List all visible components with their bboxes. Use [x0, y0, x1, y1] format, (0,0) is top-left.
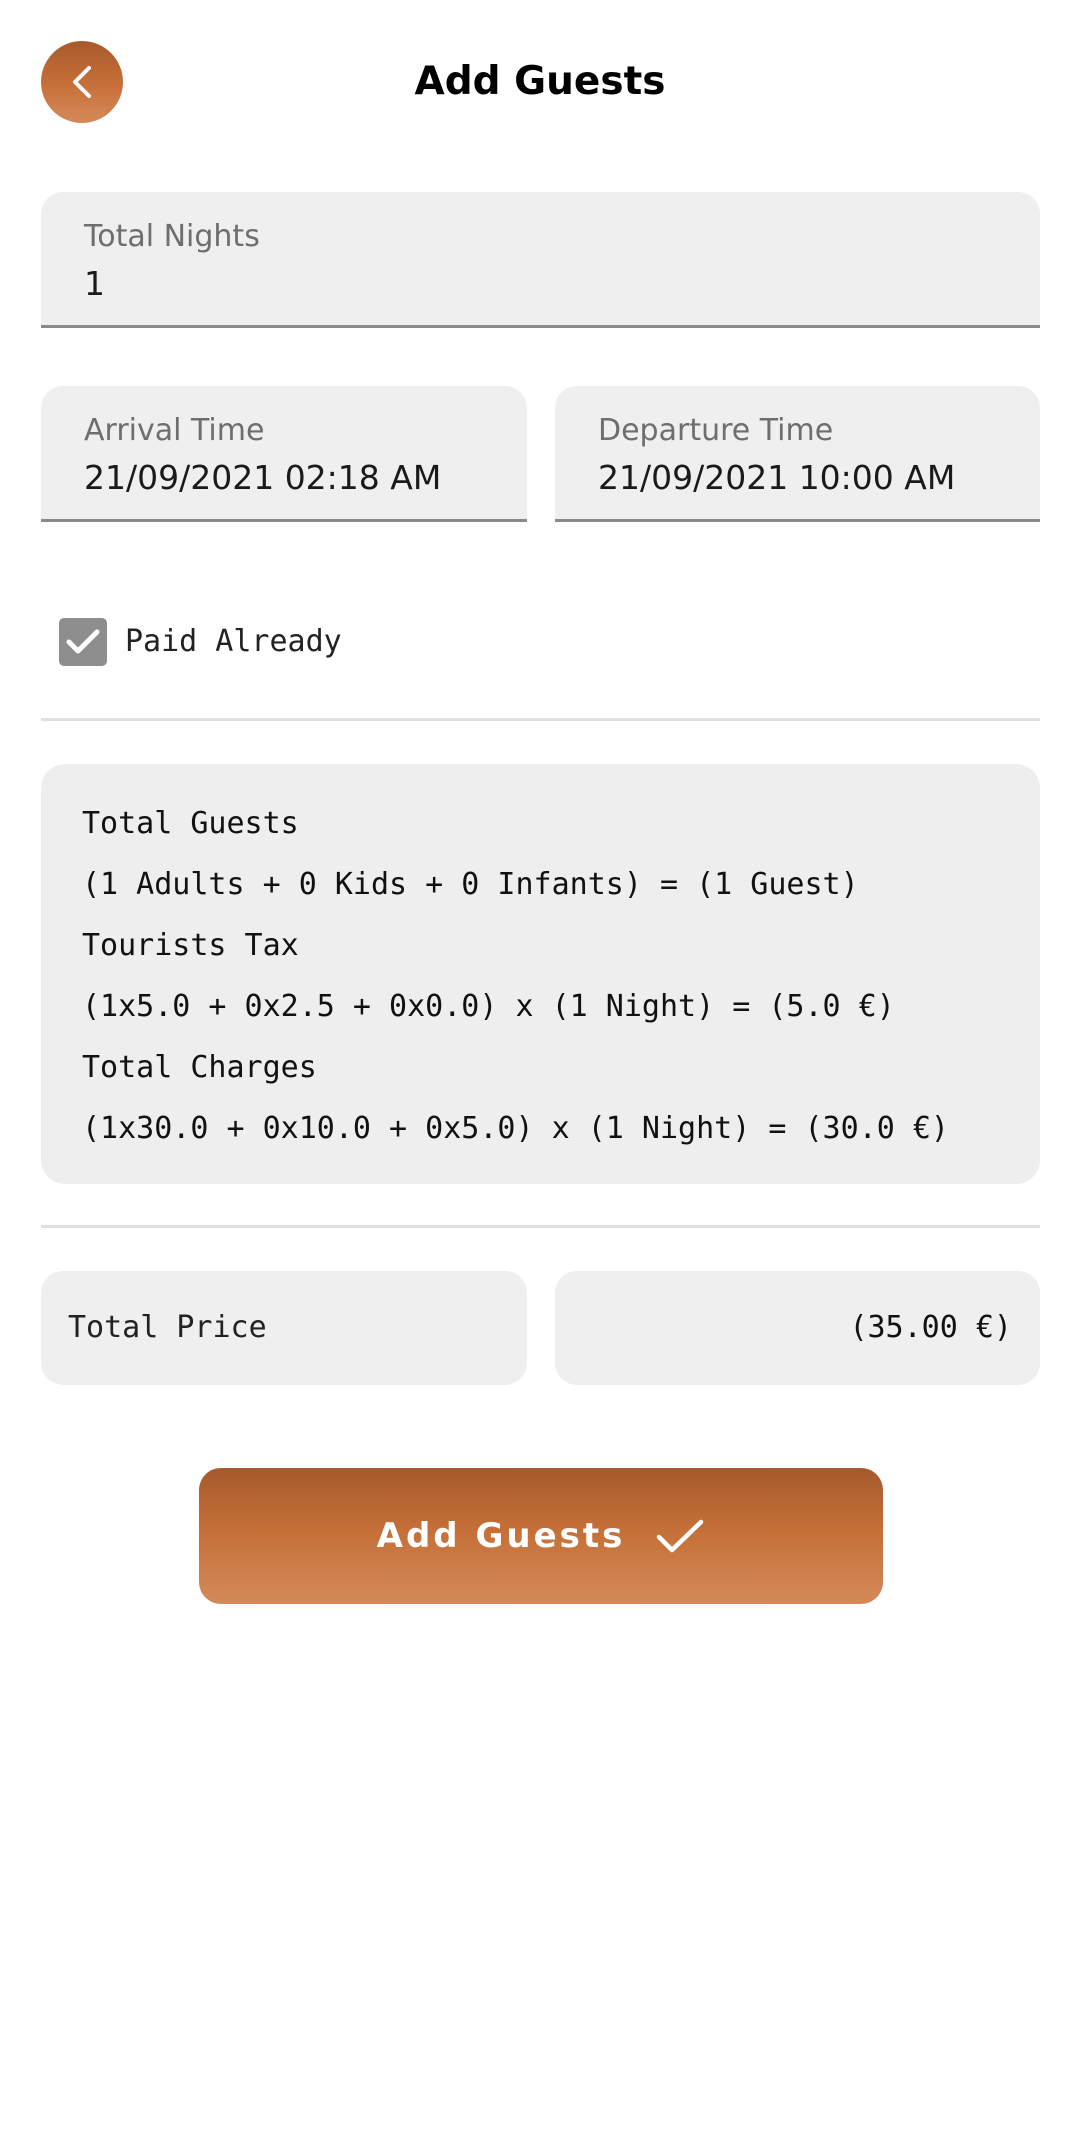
tourists-tax-title: Tourists Tax — [82, 928, 299, 963]
add-guests-screen: Add Guests Total Nights 1 Arrival Time 2… — [0, 0, 1080, 2131]
add-guests-button[interactable]: Add Guests — [199, 1468, 883, 1604]
tourists-tax-detail: (1x5.0 + 0x2.5 + 0x0.0) x (1 Night) = (5… — [82, 989, 895, 1024]
page-title: Add Guests — [414, 59, 666, 104]
divider — [41, 1225, 1040, 1228]
total-guests-detail: (1 Adults + 0 Kids + 0 Infants) = (1 Gue… — [82, 867, 859, 902]
total-nights-label: Total Nights — [84, 219, 260, 254]
arrival-time-field[interactable]: Arrival Time 21/09/2021 02:18 AM — [41, 386, 527, 522]
paid-already-label[interactable]: Paid Already — [125, 622, 342, 662]
add-guests-button-label: Add Guests — [376, 1516, 626, 1556]
total-nights-field[interactable]: Total Nights 1 — [41, 192, 1040, 328]
divider — [41, 718, 1040, 721]
total-guests-title: Total Guests — [82, 806, 299, 841]
arrival-time-label: Arrival Time — [84, 413, 265, 448]
departure-time-label: Departure Time — [598, 413, 834, 448]
total-price-value: (35.00 €) — [849, 1310, 1012, 1345]
total-charges-detail: (1x30.0 + 0x10.0 + 0x5.0) x (1 Night) = … — [82, 1111, 949, 1146]
total-price-value-box: (35.00 €) — [555, 1271, 1040, 1385]
departure-time-field[interactable]: Departure Time 21/09/2021 10:00 AM — [555, 386, 1040, 522]
total-charges-title: Total Charges — [82, 1050, 317, 1085]
total-price-label-box: Total Price — [41, 1271, 527, 1385]
check-icon — [657, 1519, 704, 1553]
departure-time-value: 21/09/2021 10:00 AM — [598, 458, 956, 497]
guest-summary-card: Total Guests (1 Adults + 0 Kids + 0 Infa… — [41, 764, 1040, 1184]
paid-already-checkbox[interactable] — [59, 618, 107, 666]
total-price-label: Total Price — [68, 1310, 267, 1345]
arrival-time-value: 21/09/2021 02:18 AM — [84, 458, 442, 497]
total-nights-value: 1 — [84, 264, 105, 303]
check-icon — [66, 629, 100, 654]
